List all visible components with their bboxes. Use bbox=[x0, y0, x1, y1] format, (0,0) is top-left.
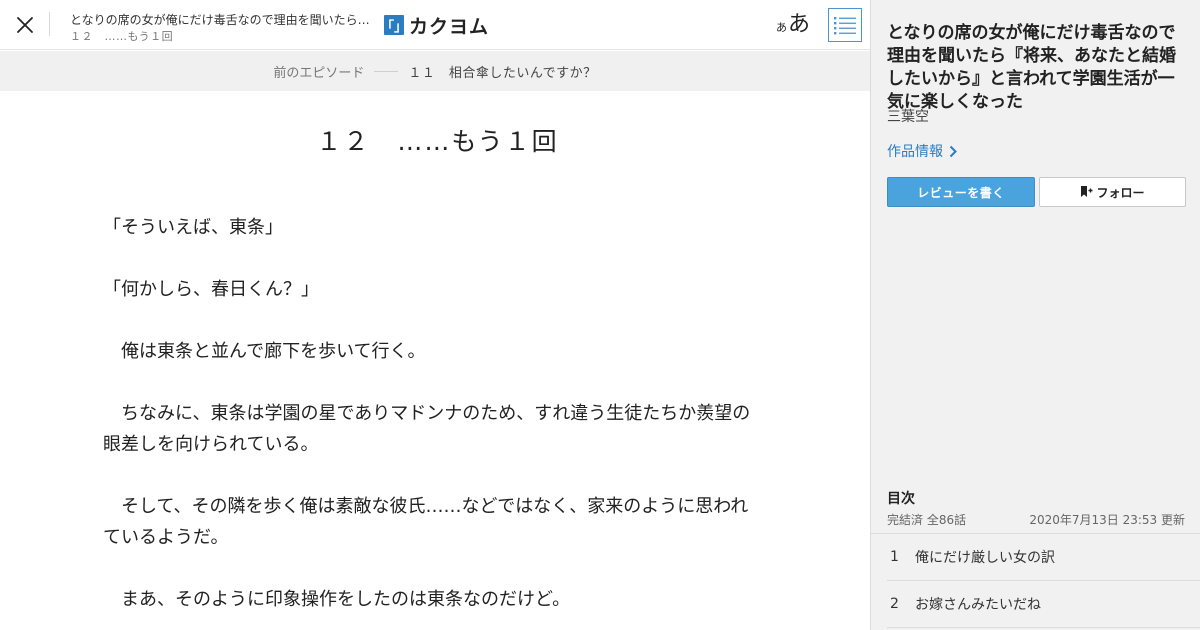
toc-sidebar: となりの席の女が俺にだけ毒舌なので理由を聞いたら『将来、あなたと結婚したいから』… bbox=[870, 0, 1200, 630]
body-paragraph: 俺は東条と並んで廊下を歩いて行く。 bbox=[103, 341, 426, 362]
list-icon bbox=[834, 17, 856, 35]
body-blank-line bbox=[103, 305, 763, 336]
close-icon bbox=[17, 17, 33, 33]
kakuyomu-logo[interactable]: 「」 カクヨム bbox=[381, 13, 490, 38]
sidebar-work-title[interactable]: となりの席の女が俺にだけ毒舌なので理由を聞いたら『将来、あなたと結婚したいから』… bbox=[887, 22, 1187, 114]
follow-label: フォロー bbox=[1096, 185, 1145, 200]
font-size-button[interactable]: あ あ bbox=[776, 9, 810, 39]
chevron-right-icon bbox=[949, 145, 957, 157]
toc-item-title: お嫁さんみたいだね bbox=[915, 597, 1041, 613]
body-paragraph: 「何かしら、春日くん？」 bbox=[103, 279, 319, 300]
logo-text: カクヨム bbox=[409, 15, 490, 38]
episode-title: １２ ……もう１回 bbox=[316, 127, 559, 156]
bookmark-plus-icon bbox=[1081, 186, 1093, 197]
font-size-small-glyph: あ bbox=[776, 21, 787, 34]
body-blank-line bbox=[103, 367, 763, 398]
prev-episode-bar: 前のエピソード １１ 相合傘したいんですか？ bbox=[0, 51, 870, 91]
toc-item[interactable]: 1 俺にだけ厳しい女の訳 bbox=[887, 534, 1200, 581]
top-bar: となりの席の女が俺にだけ毒舌なので理由を聞いたら『将来、あなたと結婚したいから』… bbox=[0, 0, 870, 50]
toc-item-number: 1 bbox=[890, 549, 899, 565]
follow-button[interactable]: フォロー bbox=[1039, 177, 1186, 207]
logo-mark-icon: 「」 bbox=[381, 15, 407, 35]
toc-updated: 2020年7月13日 23:53 更新 bbox=[1029, 513, 1185, 527]
write-review-button[interactable]: レビューを書く bbox=[887, 177, 1035, 207]
body-paragraph: ちなみに、東条は学園の星でありマドンナのため、すれ違う生徒たちか羨望の眼差しを向… bbox=[103, 403, 751, 455]
toc-item[interactable]: 2 お嫁さんみたいだね bbox=[887, 581, 1200, 628]
toc-status: 完結済 全86話 bbox=[887, 513, 967, 527]
toc-item-number: 2 bbox=[890, 596, 899, 612]
author-name[interactable]: 三葉空 bbox=[887, 106, 929, 126]
close-button[interactable] bbox=[10, 10, 40, 40]
work-title-link[interactable]: となりの席の女が俺にだけ毒舌なので理由を聞いたら『将来、あなたと結婚したいから』… bbox=[70, 11, 375, 28]
work-info-link[interactable]: 作品情報 bbox=[887, 141, 957, 161]
top-bar-divider bbox=[49, 12, 50, 36]
body-paragraph: まあ、そのように印象操作をしたのは東条なのだけど。 bbox=[103, 589, 571, 610]
toc-toggle-button[interactable] bbox=[828, 8, 862, 42]
toc-heading: 目次 bbox=[887, 491, 915, 507]
reader-pane: となりの席の女が俺にだけ毒舌なので理由を聞いたら『将来、あなたと結婚したいから』… bbox=[0, 0, 870, 630]
body-paragraph: そして、その隣を歩く俺は素敵な彼氏……などではなく、家来のように思われているよう… bbox=[103, 496, 749, 548]
work-info-label: 作品情報 bbox=[887, 144, 943, 160]
episode-body: 「そういえば、東条」 「何かしら、春日くん？」 俺は東条と並んで廊下を歩いて行く… bbox=[103, 212, 763, 615]
toc-list: 1 俺にだけ厳しい女の訳 2 お嫁さんみたいだね bbox=[871, 533, 1200, 628]
prev-episode-label: 前のエピソード bbox=[273, 65, 365, 81]
current-episode-label: １２ ……もう１回 bbox=[70, 30, 174, 43]
body-blank-line bbox=[103, 553, 763, 584]
body-blank-line bbox=[103, 243, 763, 274]
prev-episode-separator bbox=[374, 70, 399, 72]
body-paragraph: 「そういえば、東条」 bbox=[103, 217, 283, 238]
body-blank-line bbox=[103, 460, 763, 491]
font-size-big-glyph: あ bbox=[788, 12, 811, 37]
toc-item-title: 俺にだけ厳しい女の訳 bbox=[915, 550, 1055, 566]
prev-episode-link[interactable]: １１ 相合傘したいんですか？ bbox=[408, 62, 596, 81]
